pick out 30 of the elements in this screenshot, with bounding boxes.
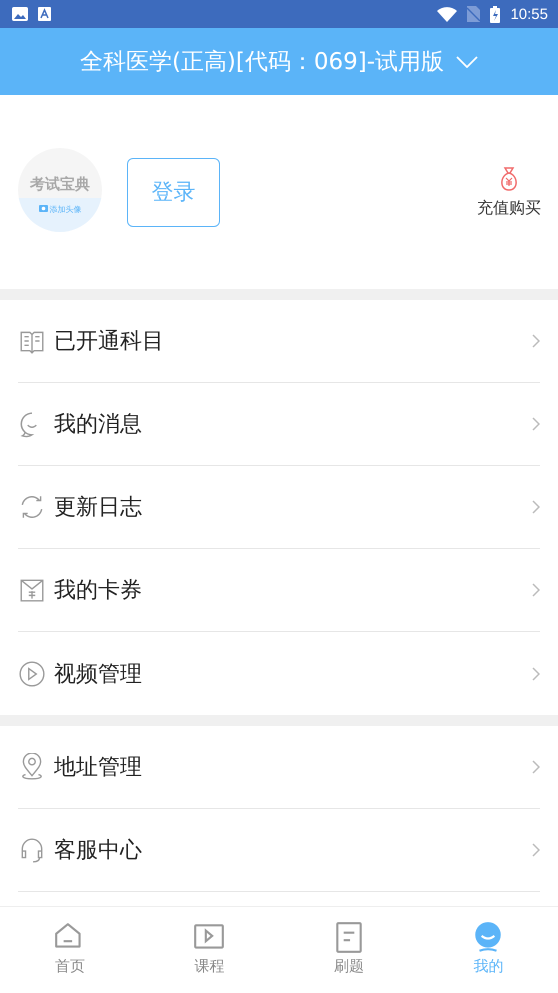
tab[interactable]: 刷题 bbox=[279, 907, 418, 993]
wifi-icon bbox=[437, 6, 458, 22]
add-avatar-label: 添加头像 bbox=[50, 204, 82, 215]
chevron-right-icon bbox=[532, 583, 540, 597]
app-notification-icon bbox=[38, 7, 51, 21]
clock-time: 10:55 bbox=[510, 6, 548, 22]
chevron-down-icon bbox=[456, 56, 478, 68]
chevron-right-icon bbox=[532, 760, 540, 774]
menu-item[interactable]: 我的卡券 bbox=[18, 549, 540, 632]
tab[interactable]: 首页 bbox=[0, 907, 140, 993]
menu-item[interactable]: 我的消息 bbox=[18, 383, 540, 466]
avatar-logo-text: 考试宝典 bbox=[30, 175, 90, 194]
image-icon bbox=[12, 7, 28, 21]
chevron-right-icon bbox=[532, 417, 540, 431]
chevron-right-icon bbox=[532, 843, 540, 857]
money-bag-icon bbox=[498, 166, 520, 192]
menu-item[interactable]: 已开通科目 bbox=[18, 300, 540, 383]
chevron-right-icon bbox=[532, 500, 540, 514]
camera-icon bbox=[38, 204, 48, 212]
chevron-right-icon bbox=[532, 666, 540, 680]
play-circle-icon bbox=[18, 660, 46, 688]
menu-item[interactable]: 视频管理 bbox=[18, 632, 540, 715]
menu-item[interactable]: 客服中心 bbox=[18, 809, 540, 892]
menu-item[interactable]: 地址管理 bbox=[18, 726, 540, 809]
battery-charging-icon bbox=[490, 6, 500, 22]
no-sim-icon bbox=[467, 6, 480, 22]
chevron-right-icon bbox=[532, 334, 540, 348]
menu-item[interactable]: 更新日志 bbox=[18, 466, 540, 549]
tab[interactable]: 课程 bbox=[140, 907, 279, 993]
recharge-button[interactable]: 充值购买 bbox=[477, 166, 541, 218]
